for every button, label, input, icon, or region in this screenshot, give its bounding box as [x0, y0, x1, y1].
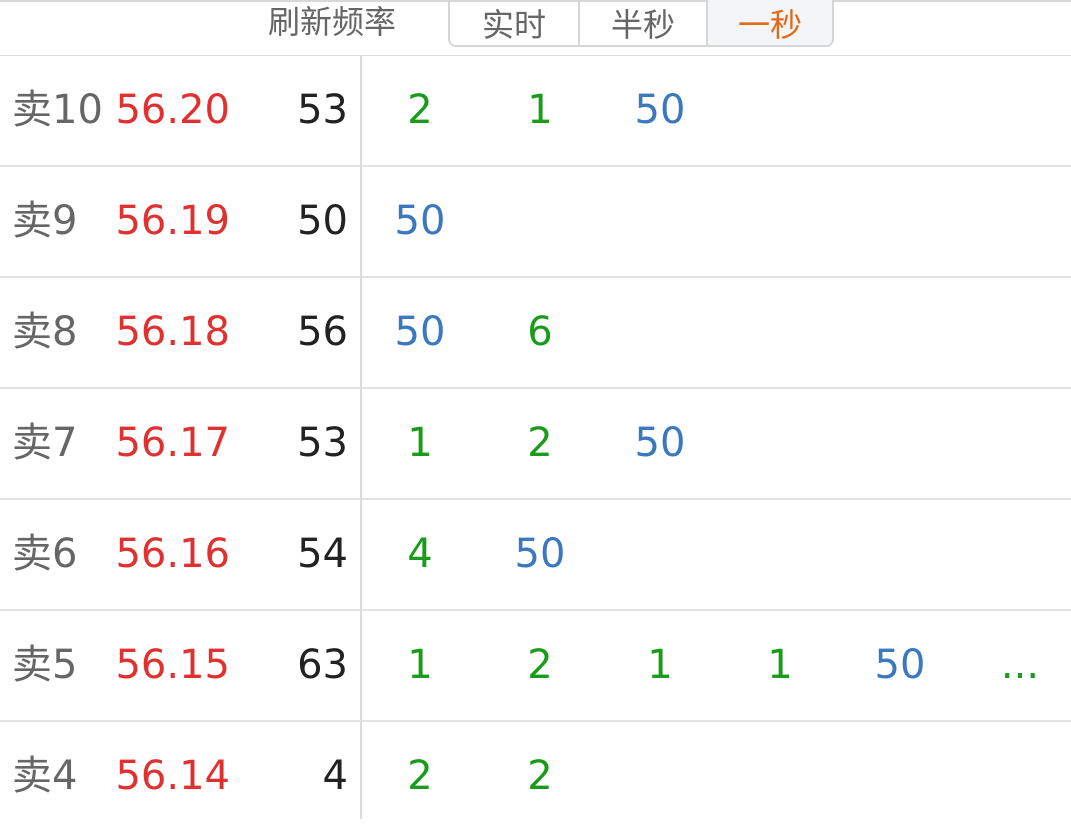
order-tick: 1: [407, 420, 433, 466]
order-tick: 1: [407, 642, 433, 688]
order-tick: 2: [527, 420, 553, 466]
order-row[interactable]: 卖10 56.20 53 2 1 50: [0, 56, 1071, 167]
order-tick: 50: [874, 642, 926, 688]
level-volume: 53: [297, 420, 348, 466]
level-price: 56.16: [115, 531, 230, 577]
order-book-list: 卖10 56.20 53 2 1 50 卖9 56.19 50 50 卖8 56.18 56 50 6 卖7 5…: [0, 56, 1071, 822]
level-volume: 63: [297, 642, 348, 688]
more-orders-ellipsis[interactable]: ...: [970, 611, 1070, 720]
order-tick: 50: [634, 87, 686, 133]
refresh-option-one-second[interactable]: 一秒: [706, 0, 832, 45]
level-volume: 4: [322, 753, 348, 799]
level-price: 56.15: [115, 642, 230, 688]
refresh-rate-label: 刷新频率: [268, 3, 397, 41]
level-price: 56.17: [115, 420, 230, 466]
order-tick: 2: [527, 753, 553, 799]
order-tick: 50: [514, 531, 566, 577]
order-row[interactable]: 卖4 56.14 4 2 2: [0, 722, 1071, 822]
column-divider: [360, 56, 362, 819]
order-row[interactable]: 卖6 56.16 54 4 50: [0, 500, 1071, 611]
level-volume: 53: [297, 87, 348, 133]
level-volume: 54: [297, 531, 348, 577]
order-tick: 2: [407, 753, 433, 799]
level-price: 56.20: [115, 87, 230, 133]
refresh-option-realtime[interactable]: 实时: [450, 0, 578, 45]
refresh-rate-header: 刷新频率 实时 半秒 一秒: [0, 0, 1071, 56]
order-tick: 50: [394, 198, 446, 244]
refresh-rate-segmented-control: 实时 半秒 一秒: [448, 0, 834, 47]
order-tick: 6: [527, 309, 553, 355]
refresh-option-half-second[interactable]: 半秒: [578, 0, 706, 45]
level-volume: 50: [297, 198, 348, 244]
order-row[interactable]: 卖9 56.19 50 50: [0, 167, 1071, 278]
order-tick: 1: [647, 642, 673, 688]
order-tick: 2: [407, 87, 433, 133]
order-row[interactable]: 卖7 56.17 53 1 2 50: [0, 389, 1071, 500]
order-tick: 50: [394, 309, 446, 355]
order-tick: 50: [634, 420, 686, 466]
level-price: 56.18: [115, 309, 230, 355]
level-price: 56.14: [115, 753, 230, 799]
order-tick: 2: [527, 642, 553, 688]
order-tick: 1: [767, 642, 793, 688]
order-row[interactable]: 卖5 56.15 63 1 2 1 1 50...: [0, 611, 1071, 722]
order-row[interactable]: 卖8 56.18 56 50 6: [0, 278, 1071, 389]
order-tick: 4: [407, 531, 433, 577]
order-tick: 1: [527, 87, 553, 133]
level-volume: 56: [297, 309, 348, 355]
level-price: 56.19: [115, 198, 230, 244]
